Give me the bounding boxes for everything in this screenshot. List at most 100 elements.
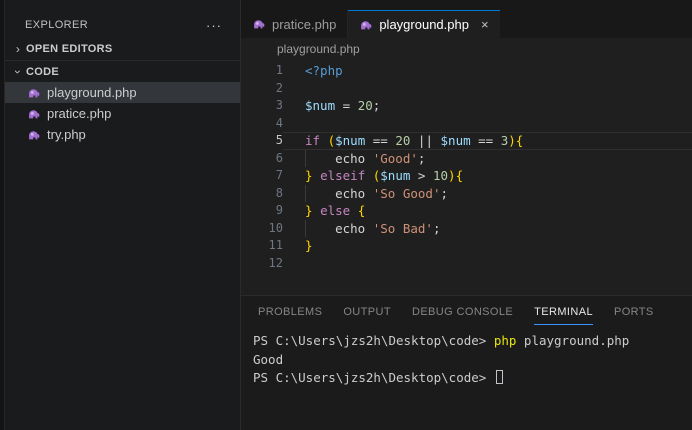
code-line-5[interactable]: 5 if ($num == 20 || $num == 3){	[241, 132, 692, 150]
token: ;	[432, 220, 441, 236]
line-content	[283, 115, 692, 133]
tab-label: playground.php	[379, 17, 469, 32]
tab-playground.php[interactable]: playground.php ×	[348, 10, 500, 38]
terminal-line: Good	[253, 351, 692, 370]
file-item-playground.php[interactable]: playground.php	[5, 82, 240, 103]
code-editor[interactable]: 1 <?php 2 3 $num = 20; 4 5 if ($num == 20 || $n…	[241, 60, 692, 295]
token: )	[448, 168, 456, 183]
section-open-editors[interactable]: › OPEN EDITORS	[5, 38, 240, 60]
section-code[interactable]: › CODE	[5, 60, 240, 82]
panel-tab-output[interactable]: OUTPUT	[343, 298, 391, 324]
file-item-label: playground.php	[47, 85, 137, 100]
line-content: echo 'So Bad';	[283, 219, 692, 237]
code-line-6[interactable]: 6 echo 'Good';	[241, 149, 692, 167]
code-line-2[interactable]: 2	[241, 80, 692, 98]
token: 20	[395, 133, 411, 148]
code-line-4[interactable]: 4	[241, 115, 692, 133]
code-line-10[interactable]: 10 echo 'So Bad';	[241, 219, 692, 237]
php-file-icon	[252, 17, 266, 31]
line-number: 5	[275, 133, 283, 147]
token: ==	[470, 133, 501, 148]
line-content: $num = 20;	[283, 97, 692, 115]
chevron-down-icon: ›	[10, 69, 25, 74]
file-tree: playground.php pratice.php try.php	[5, 82, 240, 145]
code-line-3[interactable]: 3 $num = 20;	[241, 97, 692, 115]
line-content: echo 'So Good';	[283, 184, 692, 202]
line-number: 12	[268, 255, 283, 270]
php-file-icon	[359, 18, 373, 32]
code-line-1[interactable]: 1 <?php	[241, 62, 692, 80]
panel-tab-terminal[interactable]: TERMINAL	[534, 298, 593, 325]
token: $num	[440, 133, 471, 148]
token: ==	[365, 133, 396, 148]
file-item-pratice.php[interactable]: pratice.php	[5, 103, 240, 124]
code-line-12[interactable]: 12	[241, 255, 692, 273]
breadcrumb[interactable]: playground.php	[241, 38, 692, 60]
more-actions-icon[interactable]: ···	[206, 18, 222, 33]
token: {	[515, 133, 524, 148]
token: ;	[372, 98, 381, 113]
line-content: } else {	[283, 202, 692, 220]
terminal-line: PS C:\Users\jzs2h\Desktop\code> php play…	[253, 332, 692, 351]
panel-tab-problems[interactable]: PROBLEMS	[258, 298, 322, 324]
php-file-icon	[257, 42, 271, 56]
line-number: 11	[268, 238, 283, 252]
file-item-label: try.php	[47, 127, 86, 142]
token: if	[305, 133, 321, 148]
terminal-output[interactable]: PS C:\Users\jzs2h\Desktop\code> php play…	[241, 326, 692, 388]
file-item-label: pratice.php	[47, 106, 112, 121]
section-open-editors-label: OPEN EDITORS	[26, 43, 113, 55]
indent-guide	[305, 184, 306, 202]
file-item-try.php[interactable]: try.php	[5, 124, 240, 145]
code-line-9[interactable]: 9} else {	[241, 202, 692, 220]
close-icon[interactable]: ×	[481, 17, 489, 32]
indent-guide	[305, 149, 306, 167]
code-line-8[interactable]: 8 echo 'So Good';	[241, 184, 692, 202]
token: ;	[417, 150, 426, 166]
token: $num	[335, 133, 366, 148]
code-line-11[interactable]: 11}	[241, 237, 692, 255]
terminal-text: Good	[253, 351, 284, 367]
terminal-line: PS C:\Users\jzs2h\Desktop\code>	[253, 369, 692, 388]
line-content: <?php	[283, 62, 692, 80]
token: }	[305, 203, 313, 218]
token: 'So Bad'	[372, 220, 433, 236]
panel-tab-ports[interactable]: PORTS	[614, 298, 654, 324]
token: 'So Good'	[372, 185, 441, 201]
token: {	[455, 168, 464, 183]
line-content: if ($num == 20 || $num == 3){	[283, 132, 692, 150]
line-content	[283, 80, 692, 98]
explorer-sidebar: EXPLORER ··· › OPEN EDITORS › CODE playg…	[5, 0, 240, 430]
token: echo	[305, 150, 373, 166]
line-content: }	[283, 237, 692, 255]
tab-pratice.php[interactable]: pratice.php	[241, 10, 349, 38]
token: }	[305, 238, 313, 253]
token: echo	[305, 185, 373, 201]
token: else	[320, 203, 351, 218]
tab-label: pratice.php	[272, 16, 337, 32]
token: $num	[380, 168, 411, 183]
line-number: 10	[268, 220, 283, 235]
token: 20	[357, 98, 373, 113]
line-number: 8	[275, 185, 283, 200]
terminal-text: playground.php	[516, 333, 630, 348]
line-number: 1	[275, 63, 283, 77]
token: =	[335, 98, 358, 113]
token: 'Good'	[372, 150, 418, 166]
php-file-icon	[27, 86, 41, 100]
token: elseif	[320, 168, 366, 183]
editor-area: pratice.php playground.php × playground.p…	[240, 0, 692, 430]
token: ;	[440, 185, 448, 201]
terminal-text: PS C:\Users\jzs2h\Desktop\code>	[253, 333, 494, 348]
code-line-7[interactable]: 7} elseif ($num > 10){	[241, 167, 692, 185]
token: 10	[432, 168, 449, 183]
line-number: 6	[275, 150, 283, 165]
vscode-window: EXPLORER ··· › OPEN EDITORS › CODE playg…	[0, 0, 692, 430]
panel-tab-debug-console[interactable]: DEBUG CONSOLE	[412, 298, 513, 324]
token: <?php	[305, 63, 343, 78]
